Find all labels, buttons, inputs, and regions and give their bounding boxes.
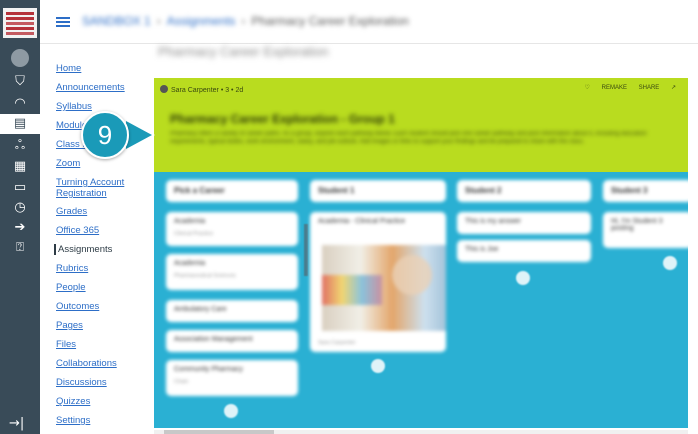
help-question-icon[interactable]: ⍰: [8, 238, 32, 258]
course-nav-announcements[interactable]: Announcements: [56, 82, 125, 93]
course-nav-office365[interactable]: Office 365: [56, 225, 99, 236]
collapse-nav-icon[interactable]: →|: [9, 416, 24, 431]
author-avatar: [160, 85, 168, 93]
course-nav-pages[interactable]: Pages: [56, 320, 83, 331]
card-student2-joe[interactable]: This is Joe: [457, 240, 591, 262]
post-image[interactable]: [322, 245, 446, 331]
add-post-icon[interactable]: [371, 359, 385, 373]
card-community-pharmacy[interactable]: Community Pharmacy Chain: [166, 360, 298, 396]
breadcrumb-course[interactable]: SANDBOX 1: [82, 14, 151, 28]
open-external-icon[interactable]: ↗: [671, 85, 676, 91]
course-nav-quizzes[interactable]: Quizzes: [56, 396, 90, 407]
course-nav-grades[interactable]: Grades: [56, 206, 87, 217]
add-post-icon[interactable]: [224, 404, 238, 418]
card-student3-post[interactable]: Hi, I'm Student 3 posting: [603, 212, 688, 248]
course-nav-outcomes[interactable]: Outcomes: [56, 301, 99, 312]
board-horizontal-scrollbar[interactable]: [154, 430, 688, 434]
course-nav-turning[interactable]: Turning Account Registration: [56, 177, 136, 199]
breadcrumb-current: Pharmacy Career Exploration: [251, 14, 409, 28]
course-nav-zoom[interactable]: Zoom: [56, 158, 80, 169]
course-nav-syllabus[interactable]: Syllabus: [56, 101, 92, 112]
board-actions: ♡ REMAKE SHARE ↗: [575, 84, 676, 91]
course-nav-settings[interactable]: Settings: [56, 415, 90, 426]
course-nav-people[interactable]: People: [56, 282, 86, 293]
card-title: Academia: [174, 260, 206, 267]
card-title: Ambulatory Care: [174, 306, 227, 313]
institution-logo[interactable]: [3, 8, 37, 38]
course-nav-rubrics[interactable]: Rubrics: [56, 263, 88, 274]
share-button[interactable]: SHARE: [639, 85, 660, 91]
board-author: Sara Carpenter • 3 • 2d: [160, 85, 243, 94]
top-header: SANDBOX 1 › Assignments › Pharmacy Career Ex…: [40, 0, 698, 44]
like-heart-icon[interactable]: ♡: [585, 85, 590, 91]
board-title: Pharmacy Career Exploration - Group 1: [170, 112, 395, 126]
hamburger-menu-icon[interactable]: [56, 17, 70, 27]
card-subtitle: Pharmaceutical Sciences: [174, 273, 236, 279]
card-student2-answer[interactable]: This is my answer: [457, 212, 591, 234]
course-nav-discussions[interactable]: Discussions: [56, 377, 107, 388]
course-nav-assignments[interactable]: Assignments: [54, 244, 112, 255]
column-scrollbar[interactable]: [304, 224, 308, 276]
global-nav: ⛉ ◠ ▤ ஃ ▦ ▭ ◷ ➔ ⍰ →|: [0, 0, 40, 434]
card-title: This is Joe: [465, 246, 499, 253]
author-name: Sara Carpenter: [171, 87, 219, 94]
course-nav-files[interactable]: Files: [56, 339, 76, 350]
callout-pointer: [126, 121, 152, 149]
card-ambulatory-care[interactable]: Ambulatory Care: [166, 300, 298, 322]
calendar-icon[interactable]: ▦: [8, 157, 32, 177]
remake-button[interactable]: REMAKE: [602, 85, 627, 91]
add-post-icon[interactable]: [516, 271, 530, 285]
course-nav-collaborations[interactable]: Collaborations: [56, 358, 117, 369]
breadcrumb-assignments[interactable]: Assignments: [167, 14, 236, 28]
card-subtitle: Clinical Practice: [174, 231, 214, 237]
card-title: Community Pharmacy: [174, 366, 243, 373]
author-meta: • 3 • 2d: [220, 87, 244, 94]
column-header-pick-career[interactable]: Pick a Career: [166, 180, 298, 202]
card-title: This is my answer: [465, 218, 522, 225]
column-header-student-1[interactable]: Student 1: [310, 180, 446, 202]
history-clock-icon[interactable]: ◷: [8, 198, 32, 218]
card-title: Association Management: [174, 336, 253, 343]
card-academia-clinical[interactable]: Academia Clinical Practice: [166, 212, 298, 246]
column-header-student-2[interactable]: Student 2: [457, 180, 591, 202]
groups-icon[interactable]: ஃ: [8, 136, 32, 156]
card-title: Hi, I'm Student 3 posting: [611, 218, 663, 232]
card-association-management[interactable]: Association Management: [166, 330, 298, 352]
dashboard-gauge-icon[interactable]: ◠: [8, 94, 32, 114]
step-number-callout: 9: [81, 111, 129, 159]
column-header-student-3[interactable]: Student 3: [603, 180, 688, 202]
card-title: Academia: [174, 218, 206, 225]
card-subtitle: Chain: [174, 379, 189, 385]
board-description: Pharmacy offers a variety of career path…: [170, 131, 647, 145]
card-caption: Sara Carpenter: [318, 340, 356, 346]
page-title: Pharmacy Career Exploration: [158, 44, 329, 59]
breadcrumb: SANDBOX 1 › Assignments › Pharmacy Career Ex…: [82, 14, 409, 28]
inbox-icon[interactable]: ▭: [8, 178, 32, 198]
card-student1-post[interactable]: Academia - Clinical Practice Sara Carpen…: [310, 212, 446, 352]
canvas-page: ⛉ ◠ ▤ ஃ ▦ ▭ ◷ ➔ ⍰ →| SANDBOX 1 › Assignmen…: [0, 0, 698, 434]
account-avatar-icon[interactable]: [11, 49, 29, 67]
course-nav-home[interactable]: Home: [56, 63, 81, 74]
add-post-icon[interactable]: [663, 256, 677, 270]
commons-arrow-icon[interactable]: ➔: [8, 218, 32, 238]
embedded-board: Sara Carpenter • 3 • 2d ♡ REMAKE SHARE ↗…: [154, 78, 688, 428]
card-academia-pharm[interactable]: Academia Pharmaceutical Sciences: [166, 254, 298, 290]
card-title: Academia - Clinical Practice: [318, 218, 406, 225]
board-header-banner: Sara Carpenter • 3 • 2d ♡ REMAKE SHARE ↗…: [154, 78, 688, 172]
courses-book-icon[interactable]: ▤: [0, 114, 40, 134]
admin-shield-icon[interactable]: ⛉: [8, 72, 32, 92]
course-nav: Home Announcements Syllabus Modules Clas…: [40, 46, 172, 434]
